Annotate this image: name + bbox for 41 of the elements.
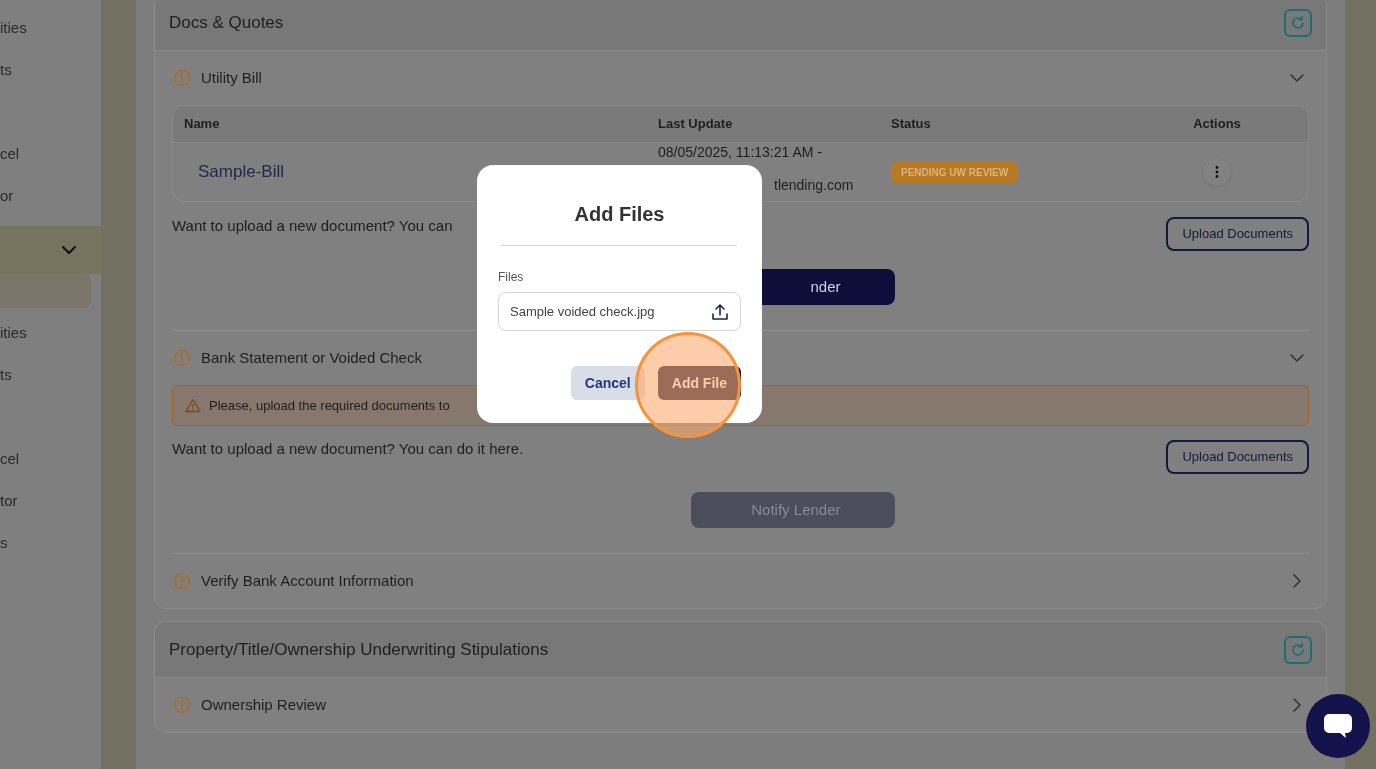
column-header: Actions — [1192, 115, 1242, 134]
modal-title: Add Files — [502, 165, 737, 246]
upload-prompt: Want to upload a new document? You can do it here. — [172, 439, 524, 459]
section-title[interactable]: Ownership Review — [201, 693, 1279, 717]
upload-prompt: Want to upload a new document? You can — [172, 216, 453, 236]
column-header: Last Update — [658, 115, 734, 134]
warning-icon — [185, 398, 201, 413]
section-title[interactable]: Verify Bank Account Information — [201, 569, 1279, 593]
upload-documents-button[interactable]: Upload Documents — [1166, 217, 1309, 251]
field-label: Files — [498, 269, 525, 286]
table-cell-text: Sample-Bill — [197, 161, 285, 184]
sidebar-item[interactable]: cel — [0, 447, 20, 471]
alert-icon — [173, 69, 191, 87]
column-header: Status — [891, 115, 932, 134]
sidebar-item[interactable]: ities — [0, 16, 27, 40]
card-title: Property/Title/Ownership Underwriting Stipulations — [169, 639, 549, 662]
sidebar-item[interactable]: s — [0, 531, 8, 555]
more-options-button[interactable] — [1203, 158, 1231, 186]
more-vertical-icon — [1215, 166, 1219, 178]
alert-icon — [173, 572, 191, 590]
sidebar-item[interactable]: ts — [0, 58, 12, 82]
cancel-button[interactable]: Cancel — [570, 366, 645, 400]
chat-bubble-icon — [1323, 713, 1353, 739]
sidebar-item[interactable]: cel — [0, 142, 20, 166]
alert-icon — [173, 349, 191, 367]
column-header: Name — [184, 115, 221, 134]
sidebar-item[interactable]: tor — [0, 489, 18, 513]
card-title: Docs & Quotes — [169, 12, 284, 35]
alert-icon — [173, 696, 191, 714]
status-badge: PENDING UW REVIEW — [891, 161, 1019, 183]
sidebar-item[interactable]: ities — [0, 321, 27, 345]
table-cell-text: tlending.com — [773, 177, 855, 193]
add-file-button[interactable]: Add File — [657, 366, 741, 400]
section-title[interactable]: Utility Bill — [201, 66, 1279, 90]
file-input-field[interactable]: Sample voided check.jpg — [498, 292, 741, 331]
sidebar-item[interactable]: ts — [0, 363, 12, 387]
upload-documents-button[interactable]: Upload Documents — [1166, 440, 1309, 474]
warning-text: Please, upload the required documents to — [209, 396, 450, 415]
table-cell-text: 08/05/2025, 11:13:21 AM - — [658, 144, 823, 160]
upload-icon[interactable] — [711, 302, 729, 321]
sidebar-item[interactable]: or — [0, 184, 14, 208]
